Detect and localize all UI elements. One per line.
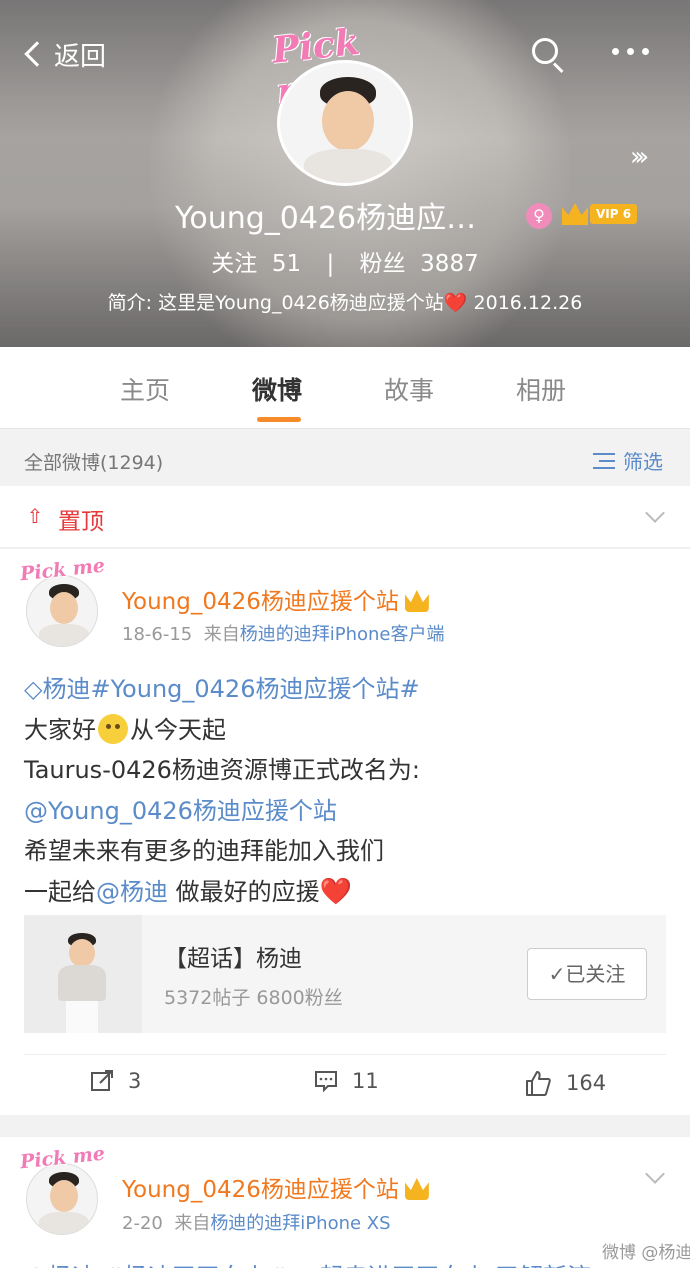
post-actions: 3 11 164 [24, 1054, 666, 1116]
like-button[interactable]: 164 [524, 1069, 606, 1097]
comment-count: 11 [352, 1069, 379, 1093]
heart-emoji: ❤️ [443, 292, 468, 314]
tab-stories[interactable]: 故事 [384, 371, 434, 407]
follow-stats: 关注 51 | 粉丝 3887 [211, 251, 479, 277]
crown-icon [562, 203, 588, 225]
heart-emoji: ❤️ [319, 876, 353, 907]
chevron-left-icon [24, 41, 50, 67]
thinking-emoji-icon [98, 713, 128, 744]
repost-icon [90, 1069, 114, 1093]
pin-top-icon: ⇧ [26, 504, 44, 528]
filter-bar: 全部微博(1294) 筛选 [0, 430, 690, 486]
following-stat[interactable]: 关注 51 [211, 251, 301, 277]
followed-button[interactable]: ✓已关注 [527, 948, 647, 1000]
repost-button[interactable]: 3 [90, 1069, 141, 1093]
chevron-down-icon[interactable] [645, 1164, 665, 1184]
supertopic-title: 【超话】杨迪 [164, 946, 302, 972]
search-icon [532, 38, 558, 64]
supertopic-icon: ◇ [24, 675, 43, 703]
supertopic-stats: 5372帖子 6800粉丝 [164, 987, 343, 1009]
tab-albums[interactable]: 相册 [516, 371, 566, 407]
profile-page: 返回 ››› Pick me Young_0426杨迪应… ♀ VIP 6 关注… [0, 0, 690, 1268]
mention-link[interactable]: @Young_0426杨迪应援个站 [24, 797, 337, 825]
post-source[interactable]: 杨迪的迪拜iPhone XS [210, 1213, 390, 1234]
back-button[interactable]: 返回 [22, 34, 106, 74]
supertopic-card[interactable]: 【超话】杨迪 5372帖子 6800粉丝 ✓已关注 [24, 915, 666, 1033]
filter-button[interactable]: 筛选 [593, 446, 663, 475]
post-count: 全部微博(1294) [24, 452, 164, 474]
post-source[interactable]: 杨迪的迪拜iPhone客户端 [240, 624, 445, 645]
post-avatar[interactable]: Pick me [19, 555, 106, 647]
profile-intro: 简介: 这里是Young_0426杨迪应援个站❤️ 2016.12.26 [107, 292, 583, 314]
double-chevron-right-icon[interactable]: ››› [630, 142, 649, 172]
like-count: 164 [566, 1071, 607, 1095]
post-author[interactable]: Young_0426杨迪应援个站 [122, 582, 429, 616]
mention-link[interactable]: @杨迪 [96, 878, 168, 906]
comment-icon [314, 1069, 338, 1093]
more-options-button[interactable] [612, 48, 649, 55]
tab-weibo[interactable]: 微博 [252, 371, 302, 407]
profile-avatar[interactable] [277, 60, 413, 186]
post-author[interactable]: Young_0426杨迪应援个站 [122, 1170, 429, 1204]
repost-count: 3 [128, 1069, 142, 1093]
tab-home[interactable]: 主页 [120, 371, 170, 407]
supertopic-thumbnail [24, 915, 142, 1033]
post-date: 18-6-15 [122, 624, 193, 645]
topic-link[interactable]: 杨迪#Young_0426杨迪应援个站# [42, 675, 419, 703]
vip-crown-icon [404, 1178, 429, 1200]
filter-icon [593, 451, 617, 471]
vip-level: VIP 6 [590, 204, 638, 224]
female-gender-icon: ♀ [526, 203, 552, 229]
active-tab-indicator [257, 417, 301, 422]
post-card: Pick me Young_0426杨迪应援个站 18-6-15 来自杨迪的迪拜… [0, 549, 690, 1115]
search-button[interactable] [528, 34, 568, 74]
back-label: 返回 [54, 41, 107, 72]
followers-stat[interactable]: 粉丝 3887 [360, 251, 479, 277]
post-avatar[interactable]: Pick me [19, 1143, 106, 1235]
pinned-header[interactable]: ⇧ 置顶 [0, 486, 690, 548]
post-meta: 2-20 来自杨迪的迪拜iPhone XS [122, 1213, 391, 1234]
thumbs-up-icon [524, 1069, 552, 1097]
profile-tabs: 主页 微博 故事 相册 [0, 347, 690, 429]
comment-button[interactable]: 11 [314, 1069, 379, 1093]
pinned-label: 置顶 [58, 509, 104, 535]
post-meta: 18-6-15 来自杨迪的迪拜iPhone客户端 [122, 624, 445, 645]
profile-banner: 返回 ››› Pick me Young_0426杨迪应… ♀ VIP 6 关注… [0, 0, 690, 347]
vip-crown-icon [404, 590, 429, 612]
chevron-down-icon[interactable] [645, 503, 665, 523]
vip-badge[interactable]: VIP 6 [562, 203, 638, 225]
post-date: 2-20 [122, 1213, 163, 1234]
post-card: Pick me Young_0426杨迪应援个站 2-20 来自杨迪的迪拜iPh… [0, 1137, 690, 1268]
post-body: ◇杨迪#Young_0426杨迪应援个站# 大家好 从今天起 Taurus-042… [24, 675, 421, 907]
profile-name: Young_0426杨迪应… [175, 201, 477, 236]
post-body-partial: @杨迪 #杨迪天天向上# 一起走进天天向上 了解新济 [24, 1257, 591, 1268]
weibo-watermark: 微博 @杨迪 [602, 1243, 690, 1263]
more-dots-icon [612, 48, 619, 55]
